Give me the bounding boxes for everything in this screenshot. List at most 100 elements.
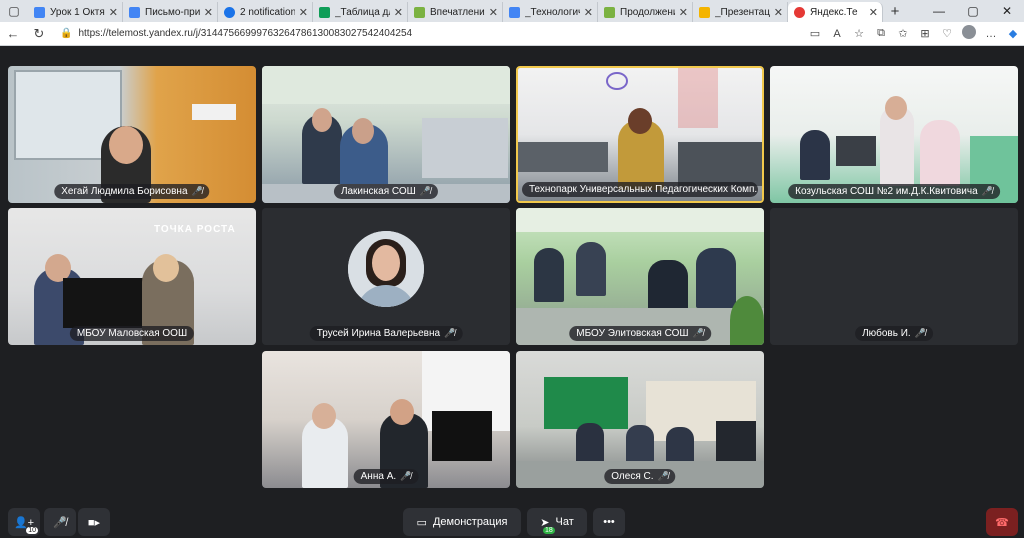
participants-button[interactable]: 👤+ 10 <box>8 508 40 536</box>
mic-off-icon: 🎤̸ <box>981 186 993 196</box>
participant-tile[interactable]: ТОЧКА РОСТА МБОУ Маловская ООШ <box>8 208 256 345</box>
favorites-icon[interactable]: ✩ <box>892 27 914 40</box>
tab-title: 2 notifications <box>240 6 295 18</box>
participant-name-label: Технопарк Универсальных Педагогических К… <box>522 182 758 197</box>
participant-name: Лакинская СОШ <box>340 186 416 197</box>
tab-title: _Технологиче <box>525 6 580 18</box>
address-bar: ← ↻ 🔒 https://telemost.yandex.ru/j/31447… <box>0 22 1024 46</box>
extensions-icon[interactable]: ♡ <box>936 27 958 40</box>
profile-avatar[interactable] <box>958 25 980 42</box>
read-aloud-icon[interactable]: A <box>826 28 848 40</box>
participant-tile-speaking[interactable]: Технопарк Универсальных Педагогических К… <box>516 66 764 203</box>
video-feed: ТОЧКА РОСТА <box>8 208 256 345</box>
close-tab-icon[interactable]: ✕ <box>584 6 593 19</box>
video-off-background <box>770 208 1018 345</box>
browser-tab[interactable]: Впечатления ✕ <box>408 2 503 22</box>
participant-name-label: Лакинская СОШ 🎤̸ <box>333 184 439 199</box>
mic-off-icon: 🎤̸ <box>692 328 704 338</box>
participant-name-label: Хегай Людмила Борисовна 🎤̸ <box>54 184 210 199</box>
url-text: https://telemost.yandex.ru/j/31447566999… <box>78 28 413 39</box>
tab-favicon-icon <box>319 6 330 18</box>
mic-off-icon: 🎤̸ <box>191 186 203 196</box>
participant-name-label: Любовь И. 🎤̸ <box>855 326 933 341</box>
more-icon: ••• <box>603 516 615 528</box>
participant-name: Козульская СОШ №2 им.Д.К.Квитовича <box>795 186 978 197</box>
browser-tab[interactable]: Письмо-прил ✕ <box>123 2 218 22</box>
mic-toggle-button[interactable]: 🎤̸ <box>44 508 76 536</box>
participant-name: Трусей Ирина Валерьевна <box>316 328 441 339</box>
more-menu-icon[interactable]: … <box>980 28 1002 40</box>
close-tab-icon[interactable]: ✕ <box>394 6 403 19</box>
browser-tools: ▭ A ☆ ⧉ ✩ ⊞ ♡ … ◆ <box>804 25 1024 42</box>
hangup-icon: ☎ <box>995 516 1009 529</box>
split-screen-icon[interactable]: ⧉ <box>870 27 892 40</box>
more-options-button[interactable]: ••• <box>593 508 625 536</box>
browser-tab[interactable]: _Презентаци ✕ <box>693 2 788 22</box>
copilot-icon[interactable]: ◆ <box>1002 27 1024 40</box>
video-feed <box>516 208 764 345</box>
back-icon[interactable]: ← <box>0 26 26 41</box>
chat-unread-badge: 18 <box>543 527 555 534</box>
close-window-icon[interactable]: ✕ <box>990 4 1024 18</box>
hangup-button[interactable]: ☎ <box>986 508 1018 536</box>
close-tab-icon[interactable]: ✕ <box>774 6 783 19</box>
participant-name: Любовь И. <box>862 328 911 339</box>
close-tab-icon[interactable]: ✕ <box>109 6 118 19</box>
mic-off-icon: 🎤̸ <box>419 186 432 196</box>
tab-favicon-icon <box>794 6 805 18</box>
video-feed <box>262 66 510 203</box>
participants-count-badge: 10 <box>26 527 38 534</box>
tochka-rosta-banner: ТОЧКА РОСТА <box>154 224 236 235</box>
camera-toggle-button[interactable]: ■▸ <box>78 508 110 536</box>
collections-icon[interactable]: ⊞ <box>914 27 936 40</box>
tab-title: Яндекс.Те <box>810 6 858 18</box>
participant-name: Технопарк Универсальных Педагогических К… <box>529 184 758 195</box>
reload-icon[interactable]: ↻ <box>26 26 52 42</box>
participant-name-label: Трусей Ирина Валерьевна 🎤̸ <box>309 326 463 341</box>
participant-tile[interactable]: Козульская СОШ №2 им.Д.К.Квитовича 🎤̸ <box>770 66 1018 203</box>
favorite-star-icon[interactable]: ☆ <box>848 27 870 40</box>
close-tab-icon[interactable]: ✕ <box>679 6 688 19</box>
participant-tile[interactable]: Олеся С. 🎤̸ <box>516 351 764 488</box>
participant-name: МБОУ Элитовская СОШ <box>576 328 689 339</box>
browser-tab-active[interactable]: Яндекс.Те ✕ <box>788 2 883 22</box>
participant-tile[interactable]: Хегай Людмила Борисовна 🎤̸ <box>8 66 256 203</box>
browser-tab[interactable]: _Таблица для ✕ <box>313 2 408 22</box>
video-feed <box>516 351 764 488</box>
participant-tile[interactable]: Анна А. 🎤̸ <box>262 351 510 488</box>
participant-name-label: Козульская СОШ №2 им.Д.К.Квитовича 🎤̸ <box>788 184 1000 199</box>
participant-tile[interactable]: Трусей Ирина Валерьевна 🎤̸ <box>262 208 510 345</box>
browser-tab[interactable]: _Технологиче ✕ <box>503 2 598 22</box>
screen-share-button[interactable]: ▭ Демонстрация <box>403 508 521 536</box>
url-field[interactable]: 🔒 https://telemost.yandex.ru/j/314475669… <box>60 25 670 43</box>
close-tab-icon[interactable]: ✕ <box>869 6 878 19</box>
participant-tile[interactable]: МБОУ Элитовская СОШ 🎤̸ <box>516 208 764 345</box>
participant-name: Анна А. <box>360 471 397 482</box>
minimize-icon[interactable]: — <box>922 4 956 18</box>
browser-tab[interactable]: 2 notifications ✕ <box>218 2 313 22</box>
video-feed <box>8 66 256 203</box>
browser-tab-bar: ▢ Урок 1 Октябр ✕ Письмо-прил ✕ 2 notifica… <box>0 0 1024 22</box>
maximize-icon[interactable]: ▢ <box>956 4 990 18</box>
browser-tab[interactable]: Продолжени ✕ <box>598 2 693 22</box>
participant-tile[interactable]: Любовь И. 🎤̸ <box>770 208 1018 345</box>
close-tab-icon[interactable]: ✕ <box>489 6 498 19</box>
window-controls: — ▢ ✕ <box>922 4 1024 18</box>
close-tab-icon[interactable]: ✕ <box>204 6 213 19</box>
tab-title: Впечатления <box>430 6 485 18</box>
close-tab-icon[interactable]: ✕ <box>299 6 308 19</box>
participant-avatar <box>348 231 424 307</box>
mic-off-icon: 🎤̸ <box>400 471 412 481</box>
chat-label: Чат <box>555 516 574 528</box>
chat-button[interactable]: ➤ Чат 18 <box>527 508 587 536</box>
participant-name: Олеся С. <box>611 471 654 482</box>
mic-off-icon: 🎤̸ <box>657 471 669 481</box>
new-tab-icon[interactable]: + <box>883 3 907 20</box>
camera-permission-icon[interactable]: ▭ <box>804 27 826 40</box>
participant-tile[interactable]: Лакинская СОШ 🎤̸ <box>262 66 510 203</box>
tab-favicon-icon <box>509 6 520 18</box>
tab-title: Письмо-прил <box>145 6 200 18</box>
tab-favicon-icon <box>414 6 425 18</box>
browser-tab[interactable]: Урок 1 Октябр ✕ <box>28 2 123 22</box>
window-menu-icon[interactable]: ▢ <box>0 0 28 22</box>
